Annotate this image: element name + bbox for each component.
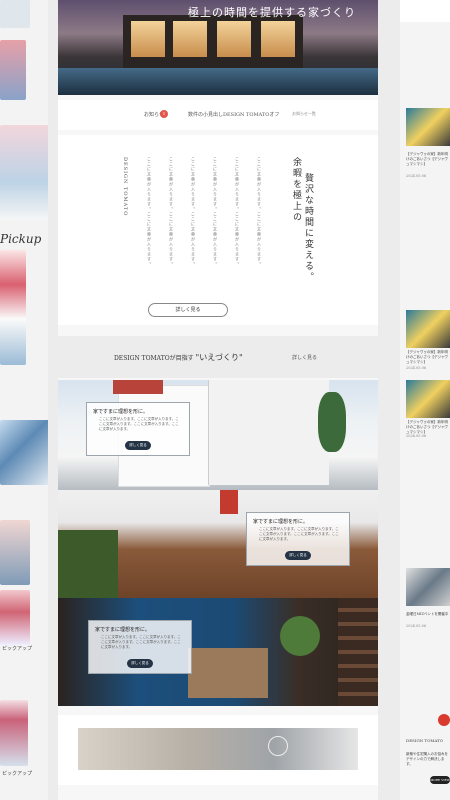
main-column: 極上の時間を提供する家づくり お知らせ 1 数件の小見出しDESIGN TOMA… (58, 0, 378, 800)
concept-body-line: ここに文章が入ります。ここに文章が入ります。 (169, 157, 174, 267)
blog-thumbnail[interactable] (406, 108, 450, 146)
bookshelf (338, 598, 378, 706)
blog-title[interactable]: 【デジャヴゥの家】新年明けのごあいさつ【デジャヴュマシマシ】 (406, 420, 450, 435)
concept-body-line: ここに文章が入ります。ここに文章が入ります。 (257, 157, 262, 267)
blog-title[interactable]: 【デジャヴゥの家】新年明けのごあいさつ【デジャヴュマシマシ】 (406, 350, 450, 365)
concept-body-line: ここに文章が入ります。ここに文章が入ります。 (213, 157, 218, 267)
footer-brand: DESIGN TOMATO (406, 738, 444, 743)
garden-area (58, 530, 118, 598)
ie-title-main: "いえづくり" (195, 353, 243, 362)
hero-pool (58, 68, 378, 95)
ie-card-title: 家ですまに理想を形に。 (93, 409, 149, 415)
ie-card-text: ここに文章が入ります。ここに文章が入ります。ここに文章が入ります。ここに文章が入… (101, 635, 181, 649)
news-more-link[interactable]: お知らせ一覧 (292, 111, 316, 117)
ie-card: 家ですまに理想を形に。 ここに文章が入ります。ここに文章が入ります。ここに文章が… (86, 402, 190, 456)
artwork-thumbnail (0, 520, 30, 585)
artwork-thumbnail (0, 250, 26, 365)
tree (318, 392, 346, 452)
pickup-script-label: Pickup (0, 232, 42, 246)
house-facade (208, 380, 329, 485)
flower-logo-icon (438, 714, 450, 726)
right-blog-strip: 【デジャヴゥの家】新年明けのごあいさつ【デジャヴュマシマシ】 2024.05.0… (400, 0, 450, 800)
ie-card-text: ここに文章が入ります。ここに文章が入ります。ここに文章が入ります。ここに文章が入… (99, 417, 179, 431)
ie-card-button[interactable]: 詳しく見る (125, 441, 151, 450)
ie-title: DESIGN TOMATOが目指す "いえづくり" (114, 352, 243, 363)
ie-panel-2: 家ですまに理想を形に。 ここに文章が入ります。ここに文章が入ります。ここに文章が… (58, 490, 378, 598)
concept-section: DESIGN TOMATO ここに文章が入ります。ここに文章が入ります。 ここに… (58, 135, 378, 325)
blog-date: 2024.05.06 (406, 434, 427, 438)
concept-body-line: ここに文章が入ります。ここに文章が入ります。 (235, 157, 240, 267)
ie-card-text: ここに文章が入ります。ここに文章が入ります。ここに文章が入ります。ここに文章が入… (259, 527, 339, 541)
news-bar: お知らせ 1 数件の小見出しDESIGN TOMATOオフ お知らせ一覧 (58, 100, 378, 130)
news-item-link[interactable]: 数件の小見出しDESIGN TOMATOオフ (188, 111, 279, 118)
hero-house (123, 15, 303, 70)
more-view-button[interactable]: MORE VIEW (430, 776, 450, 784)
ie-card-title: 家ですまに理想を形に。 (95, 627, 151, 633)
artwork-thumbnail (0, 40, 26, 100)
right-top-card (400, 0, 450, 22)
ie-card: 家ですまに理想を形に。 ここに文章が入ります。ここに文章が入ります。ここに文章が… (88, 620, 192, 674)
concept-body-line: ここに文章が入ります。ここに文章が入ります。 (191, 157, 196, 267)
ie-more-link[interactable]: 詳しく見る (292, 354, 317, 361)
ie-card: 家ですまに理想を形に。 ここに文章が入ります。ここに文章が入ります。ここに文章が… (246, 512, 350, 566)
footer-description: 新築や住宅購入のお悩みをデザインの力で解決します。 (406, 752, 448, 766)
hero-image: 極上の時間を提供する家づくり (58, 0, 378, 95)
news-badge-count: 1 (162, 111, 166, 116)
blog-title[interactable]: 金曜日MIZベントを開催中 (406, 612, 450, 617)
ie-panel-1: 家ですまに理想を形に。 ここに文章が入ります。ここに文章が入ります。ここに文章が… (58, 380, 378, 490)
ie-title-prefix: DESIGN TOMATOが目指す (114, 355, 194, 362)
concept-headline-1: 余暇を極上の (291, 157, 301, 223)
news-badge: 1 (160, 110, 168, 118)
concept-detail-button[interactable]: 詳しく見る (148, 303, 228, 317)
artwork-caption: ピックアップ (2, 771, 33, 777)
blog-date: 2024.05.06 (406, 624, 427, 628)
tree (280, 616, 320, 656)
blog-title[interactable]: 【デジャヴゥの家】新年明けのごあいさつ【デジャヴュマシマシ】 (406, 152, 450, 167)
artwork-thumbnail (0, 700, 28, 766)
blog-thumbnail[interactable] (406, 310, 450, 348)
artwork-caption: ピックアップ (2, 646, 33, 652)
concept-brand: DESIGN TOMATO (122, 157, 128, 217)
ie-card-button[interactable]: 詳しく見る (127, 659, 153, 668)
artwork-thumbnail (0, 420, 48, 485)
bottom-interior-image (78, 728, 358, 770)
hero-title: 極上の時間を提供する家づくり (188, 6, 356, 19)
blog-date: 2024.05.06 (406, 174, 427, 178)
wall-clock-icon (268, 736, 288, 756)
ie-card-button[interactable]: 詳しく見る (285, 551, 311, 560)
ie-panel-3: 家ですまに理想を形に。 ここに文章が入ります。ここに文章が入ります。ここに文章が… (58, 598, 378, 706)
cabinet (188, 648, 268, 698)
blog-thumbnail[interactable] (406, 380, 450, 418)
concept-body-line: ここに文章が入ります。ここに文章が入ります。 (147, 157, 152, 267)
artwork-thumbnail (0, 125, 48, 220)
ie-card-title: 家ですまに理想を形に。 (253, 519, 309, 525)
blog-date: 2024.05.06 (406, 366, 427, 370)
red-roof (113, 380, 163, 394)
red-chair (220, 490, 238, 514)
ie-section-header: DESIGN TOMATOが目指す "いえづくり" 詳しく見る (58, 336, 378, 378)
concept-headline-2: 贅沢な時間に変える。 (303, 173, 313, 283)
blog-thumbnail[interactable] (406, 568, 450, 606)
artwork-thumbnail (0, 590, 30, 645)
artwork-thumbnail (0, 0, 30, 28)
left-artwork-strip: Pickup ピックアップ ピックアップ (0, 0, 48, 800)
